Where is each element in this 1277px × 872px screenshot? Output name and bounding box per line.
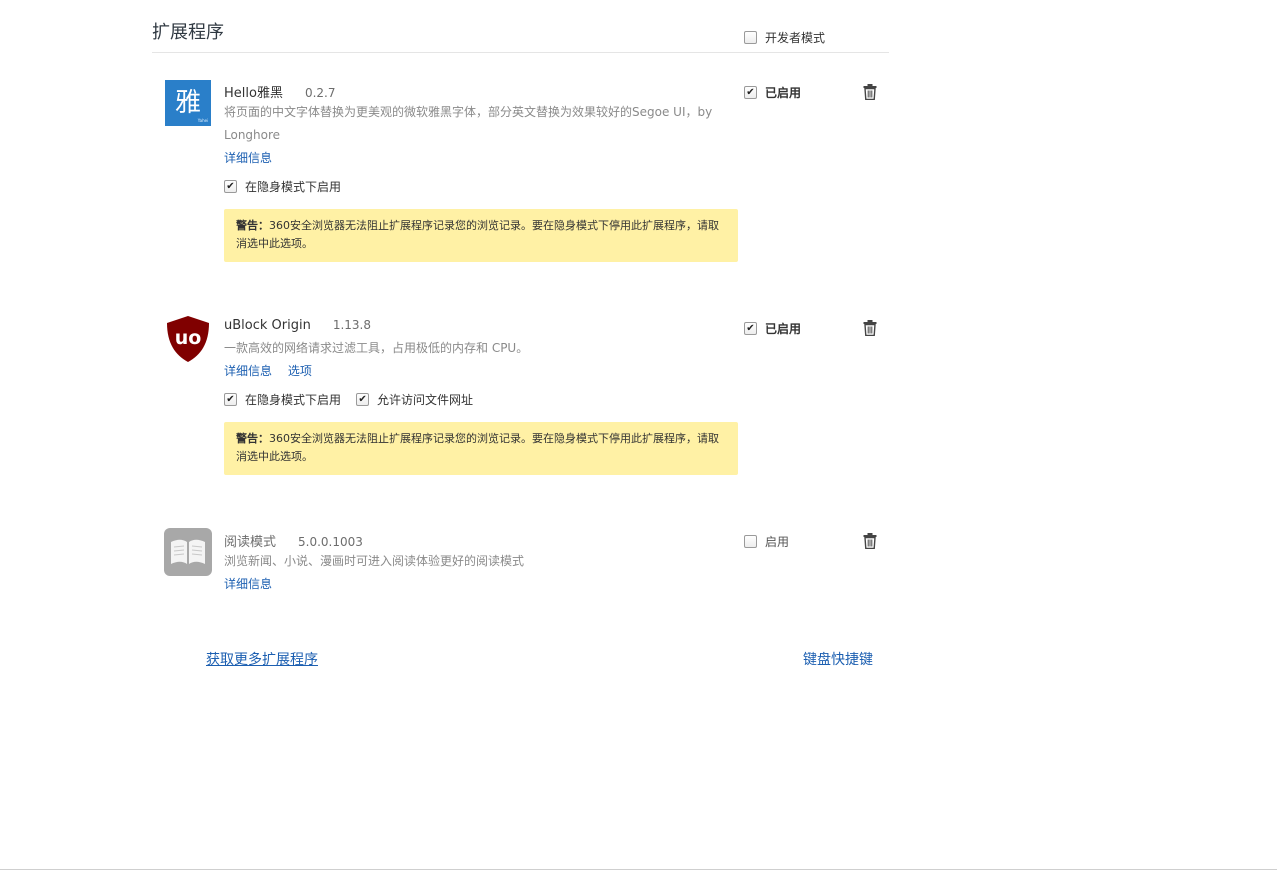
extension-options: ✔ 在隐身模式下启用 xyxy=(224,178,744,194)
enable-checkbox[interactable] xyxy=(744,535,757,548)
extension-options: ✔ 在隐身模式下启用 ✔ 允许访问文件网址 xyxy=(224,391,744,407)
warning-text: 360安全浏览器无法阻止扩展程序记录您的浏览记录。要在隐身模式下停用此扩展程序，… xyxy=(236,219,719,250)
extension-description: 将页面的中文字体替换为更美观的微软雅黑字体，部分英文替换为效果较好的Segoe … xyxy=(224,105,713,142)
extension-version: 0.2.7 xyxy=(304,86,336,100)
enable-label: 已启用 xyxy=(765,322,802,336)
incognito-warning: 警告：360安全浏览器无法阻止扩展程序记录您的浏览记录。要在隐身模式下停用此扩展… xyxy=(224,209,738,262)
extension-body: 阅读模式 5.0.0.1003 浏览新闻、小说、漫画时可进入阅读体验更好的阅读模… xyxy=(224,531,744,595)
incognito-label: 在隐身模式下启用 xyxy=(245,392,342,407)
enable-toggle[interactable]: ✔ 已启用 xyxy=(744,320,801,337)
extension-description: 浏览新闻、小说、漫画时可进入阅读体验更好的阅读模式 xyxy=(224,554,525,568)
ublock-icon-glyph: uo xyxy=(175,327,202,349)
header-divider xyxy=(152,52,889,53)
trash-icon[interactable] xyxy=(863,533,877,550)
page-title: 扩展程序 xyxy=(152,22,224,43)
extension-body: Hello雅黑 0.2.7 将页面的中文字体替换为更美观的微软雅黑字体，部分英文… xyxy=(224,82,744,262)
extension-links: 详细信息 xyxy=(224,575,744,595)
window-bottom-border xyxy=(0,869,1277,870)
yahei-icon: 雅 Yahei xyxy=(165,80,211,126)
developer-mode-label: 开发者模式 xyxy=(765,31,826,45)
extensions-page: 扩展程序 开发者模式 雅 Yahei Hello雅黑 0.2.7 将页面的中文字… xyxy=(0,0,1277,872)
extension-links: 详细信息 选项 xyxy=(224,362,744,382)
details-link[interactable]: 详细信息 xyxy=(224,577,272,591)
enable-checkbox[interactable]: ✔ xyxy=(744,86,757,99)
warning-prefix: 警告： xyxy=(236,432,269,445)
developer-mode-checkbox[interactable] xyxy=(744,31,757,44)
extension-description: 一款高效的网络请求过滤工具，占用极低的内存和 CPU。 xyxy=(224,341,529,355)
enable-checkbox[interactable]: ✔ xyxy=(744,322,757,335)
incognito-option[interactable]: ✔ 在隐身模式下启用 xyxy=(224,391,341,408)
extension-title-row: 阅读模式 5.0.0.1003 xyxy=(224,531,744,550)
incognito-warning: 警告：360安全浏览器无法阻止扩展程序记录您的浏览记录。要在隐身模式下停用此扩展… xyxy=(224,422,738,475)
file-access-option[interactable]: ✔ 允许访问文件网址 xyxy=(356,391,473,408)
options-link[interactable]: 选项 xyxy=(288,364,312,378)
incognito-option[interactable]: ✔ 在隐身模式下启用 xyxy=(224,178,341,195)
open-book-icon xyxy=(164,528,212,576)
yahei-icon-glyph: 雅 xyxy=(175,88,201,118)
enable-label: 已启用 xyxy=(765,86,802,100)
extension-links: 详细信息 xyxy=(224,149,744,169)
extension-body: uBlock Origin 1.13.8 一款高效的网络请求过滤工具，占用极低的… xyxy=(224,318,744,475)
extension-name: 阅读模式 xyxy=(224,535,277,550)
trash-icon[interactable] xyxy=(863,320,877,337)
extension-version: 5.0.0.1003 xyxy=(298,535,363,549)
get-more-extensions-link[interactable]: 获取更多扩展程序 xyxy=(206,649,318,669)
trash-icon[interactable] xyxy=(863,84,877,101)
extension-name: Hello雅黑 xyxy=(224,86,283,101)
extension-title-row: uBlock Origin 1.13.8 xyxy=(224,318,744,336)
yahei-icon-subtext: Yahei xyxy=(197,118,208,123)
extension-title-row: Hello雅黑 0.2.7 xyxy=(224,82,744,101)
developer-mode-toggle[interactable]: 开发者模式 xyxy=(744,29,825,46)
warning-text: 360安全浏览器无法阻止扩展程序记录您的浏览记录。要在隐身模式下停用此扩展程序，… xyxy=(236,432,719,463)
keyboard-shortcuts-link[interactable]: 键盘快捷键 xyxy=(803,649,873,669)
extension-name: uBlock Origin xyxy=(224,318,311,333)
ublock-shield-icon: uo xyxy=(165,315,211,362)
incognito-checkbox[interactable]: ✔ xyxy=(224,392,237,406)
warning-prefix: 警告： xyxy=(236,219,269,232)
details-link[interactable]: 详细信息 xyxy=(224,151,272,165)
incognito-checkbox[interactable]: ✔ xyxy=(224,179,237,193)
extension-version: 1.13.8 xyxy=(332,318,371,332)
enable-label: 启用 xyxy=(765,535,790,549)
enable-toggle[interactable]: ✔ 已启用 xyxy=(744,84,801,101)
enable-toggle[interactable]: 启用 xyxy=(744,533,789,550)
file-access-checkbox[interactable]: ✔ xyxy=(356,392,370,406)
details-link[interactable]: 详细信息 xyxy=(224,364,272,378)
incognito-label: 在隐身模式下启用 xyxy=(245,179,342,194)
file-access-label: 允许访问文件网址 xyxy=(377,392,474,407)
